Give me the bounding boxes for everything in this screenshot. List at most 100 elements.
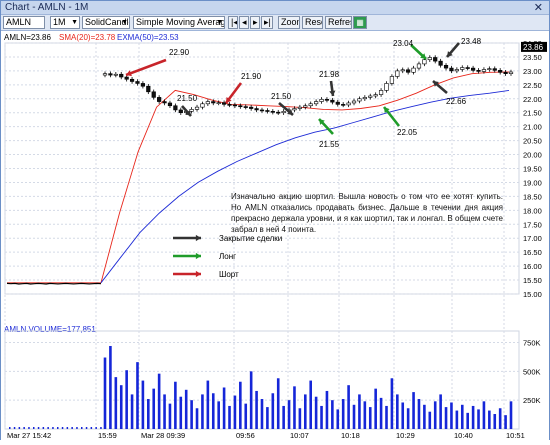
scroll-first-button[interactable]: |◂ bbox=[228, 16, 238, 29]
time-tick-label: 10:18 bbox=[341, 431, 360, 440]
candle bbox=[151, 91, 156, 98]
indicator-value: Simple Moving Average bbox=[136, 17, 225, 27]
candle bbox=[292, 108, 297, 111]
volume-bar bbox=[363, 401, 367, 429]
symbol-input[interactable]: AMLN bbox=[3, 16, 45, 29]
candle bbox=[308, 103, 313, 107]
volume-bar bbox=[374, 388, 377, 429]
candle bbox=[422, 59, 427, 65]
candle bbox=[157, 97, 162, 102]
price-tick-label: 15.00 bbox=[523, 290, 542, 299]
volume-bar bbox=[325, 390, 329, 429]
candle bbox=[108, 73, 113, 76]
price-tick-label: 23.00 bbox=[523, 67, 542, 76]
volume-bar bbox=[76, 427, 78, 429]
volume-bar bbox=[244, 403, 248, 429]
volume-bar bbox=[147, 399, 150, 429]
candle bbox=[487, 68, 492, 70]
zoom-button[interactable]: Zoom bbox=[278, 16, 300, 29]
volume-bar bbox=[504, 415, 507, 429]
time-tick-label: 10:40 bbox=[454, 431, 473, 440]
candle bbox=[243, 106, 248, 108]
chart-type-select[interactable]: SolidCandle ▼ bbox=[82, 16, 130, 29]
volume-bar bbox=[412, 392, 415, 429]
volume-tick-label: 500K bbox=[523, 367, 541, 376]
interval-select[interactable]: 1M ▼ bbox=[50, 16, 80, 29]
price-label: 23.48 bbox=[461, 37, 482, 46]
candle bbox=[411, 67, 416, 73]
volume-bar bbox=[336, 409, 340, 429]
left-icon: ◂ bbox=[242, 17, 247, 27]
candle bbox=[281, 111, 286, 114]
chart-area[interactable]: AMLN=23.86 SMA(20)=23.78 EXMA(50)=23.53 … bbox=[1, 31, 549, 440]
time-tick-label: 10:07 bbox=[290, 431, 309, 440]
candle bbox=[416, 63, 422, 69]
time-tick-label: 10:51 bbox=[506, 431, 525, 440]
candle bbox=[335, 101, 340, 105]
title-bar: Chart - AMLN - 1M ✕ bbox=[1, 1, 549, 15]
price-label: 22.66 bbox=[446, 97, 467, 106]
volume-legend: AMLN.VOLUME=177,851 bbox=[4, 325, 96, 334]
price-tick-label: 21.50 bbox=[523, 109, 542, 118]
volume-bar bbox=[341, 399, 345, 429]
volume-bar bbox=[228, 405, 231, 429]
trade-arrows: 22.90 21.50 21.90 21.50 21.98 21.55 23.04 23.48… bbox=[125, 37, 482, 278]
refresh-button[interactable]: Refresh bbox=[325, 16, 352, 29]
volume-bar bbox=[57, 427, 59, 429]
candle bbox=[449, 67, 454, 72]
volume-bar bbox=[249, 371, 253, 429]
volume-bar bbox=[358, 394, 361, 429]
right-icon: ▸ bbox=[253, 17, 258, 27]
candle bbox=[173, 105, 178, 111]
volume-bar bbox=[81, 427, 83, 429]
first-icon: |◂ bbox=[231, 17, 238, 27]
candle bbox=[368, 95, 373, 98]
volume-bar bbox=[347, 385, 350, 429]
price-tick-label: 16.00 bbox=[523, 262, 542, 271]
chart-icon: ▦ bbox=[356, 18, 364, 27]
volume-bar bbox=[477, 409, 480, 429]
chart-svg[interactable]: AMLN=23.86 SMA(20)=23.78 EXMA(50)=23.53 … bbox=[1, 31, 549, 440]
volume-bar bbox=[406, 408, 410, 429]
volume-bar bbox=[168, 403, 172, 429]
chevron-down-icon: ▼ bbox=[216, 19, 223, 26]
indicator-select[interactable]: Simple Moving Average ▼ bbox=[133, 16, 225, 29]
scroll-right-button[interactable]: ▸ bbox=[250, 16, 260, 29]
volume-bar bbox=[222, 387, 226, 429]
volume-bar bbox=[276, 378, 280, 429]
volume-bar bbox=[309, 380, 313, 429]
candle bbox=[238, 105, 243, 108]
close-arrow bbox=[446, 42, 460, 58]
volume-bar bbox=[71, 427, 73, 429]
volume-bar bbox=[260, 399, 264, 429]
volume-bar bbox=[211, 393, 215, 429]
price-tick-label: 18.00 bbox=[523, 206, 542, 215]
reset-button[interactable]: Reset bbox=[302, 16, 323, 29]
volume-bar bbox=[239, 381, 242, 429]
close-icon[interactable]: ✕ bbox=[534, 1, 543, 14]
volume-bar bbox=[331, 400, 334, 429]
scroll-last-button[interactable]: ▸| bbox=[261, 16, 273, 29]
candle bbox=[102, 73, 108, 76]
scroll-left-button[interactable]: ◂ bbox=[239, 16, 249, 29]
candle bbox=[135, 81, 140, 84]
volume-bar bbox=[455, 410, 459, 429]
candle bbox=[232, 104, 238, 107]
volume-bar bbox=[233, 395, 237, 429]
volume-bar bbox=[488, 410, 491, 429]
candle bbox=[346, 102, 351, 106]
candle bbox=[140, 83, 145, 87]
candle bbox=[454, 69, 459, 72]
indicator-lines bbox=[7, 71, 510, 284]
short-arrow-shaft bbox=[125, 58, 167, 77]
chevron-down-icon: ▼ bbox=[71, 19, 78, 26]
volume-bar bbox=[201, 394, 204, 429]
candle bbox=[124, 76, 129, 80]
time-tick-label: 10:29 bbox=[396, 431, 415, 440]
volume-bar bbox=[130, 394, 134, 429]
price-tick-label: 22.00 bbox=[523, 95, 542, 104]
candle bbox=[205, 101, 210, 105]
chart-settings-button[interactable]: ▦ bbox=[353, 16, 367, 29]
volume-bar bbox=[103, 357, 107, 429]
volume-bar bbox=[423, 404, 426, 429]
